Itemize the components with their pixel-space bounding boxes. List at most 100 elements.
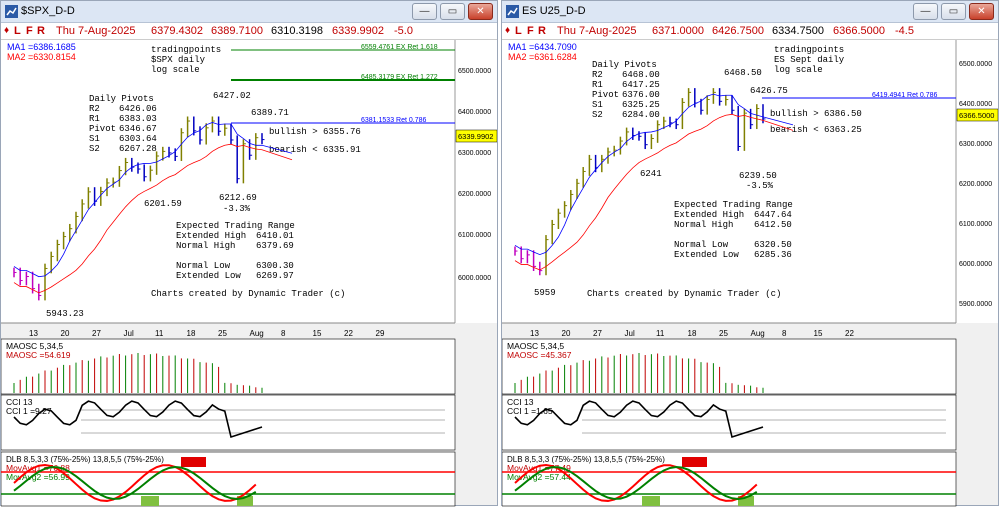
diamond-icon[interactable]: ♦ (505, 25, 510, 36)
infobar-mark-l[interactable]: L (14, 25, 21, 37)
infobar-mark-l[interactable]: L (515, 25, 522, 37)
info-bar: ♦ L F R Thu 7-Aug-2025 6371.0000 6426.75… (502, 23, 998, 40)
price-axis-label: 6100.0000 (959, 221, 992, 228)
price-axis-label: 6200.0000 (458, 191, 491, 198)
bar-low: 6334.7500 (772, 25, 824, 37)
price-annotation: 5959 (534, 288, 556, 298)
chart-window-spx[interactable]: $SPX_D-D — ▭ ✕ ♦ L F R Thu 7-Aug-2025 63… (0, 0, 498, 507)
price-axis-label: 6500.0000 (458, 68, 491, 75)
pivot-label: Pivot (592, 90, 619, 100)
date-axis-label: 25 (719, 329, 728, 338)
range-value: 6320.50 (754, 240, 792, 250)
date-axis-label: 20 (562, 329, 571, 338)
title-bar[interactable]: ES U25_D-D — ▭ ✕ (502, 1, 998, 23)
price-chart[interactable]: MA1 =6434.7090MA2 =6361.6284 tradingpoint… (502, 40, 998, 507)
minimize-icon: — (920, 6, 931, 17)
date-axis-label: 15 (814, 329, 823, 338)
maximize-button[interactable]: ▭ (941, 3, 966, 20)
range-title: Expected Trading Range (176, 221, 295, 231)
pivot-value: 6267.28 (119, 144, 157, 154)
pivot-value: 6383.03 (119, 114, 157, 124)
price-chart[interactable]: MA1 =6386.1685MA2 =6330.8154 tradingpoint… (1, 40, 497, 507)
price-axis-label: 6300.0000 (959, 141, 992, 148)
pivot-label: S2 (592, 110, 603, 120)
range-value: 6412.50 (754, 220, 792, 230)
date-axis-label: 11 (656, 329, 665, 338)
price-annotation: 6468.50 (724, 68, 762, 78)
maximize-button[interactable]: ▭ (440, 3, 465, 20)
range-label: Extended Low (674, 250, 739, 260)
ma-label: MA2 =6330.8154 (7, 52, 76, 62)
window-title: ES U25_D-D (522, 5, 586, 17)
pivot-value: 6284.00 (622, 110, 660, 120)
bullish-level: bullish > 6355.76 (269, 127, 361, 137)
price-annotation: 6389.71 (251, 108, 289, 118)
range-label: Extended High (176, 231, 246, 241)
diamond-icon[interactable]: ♦ (4, 25, 9, 36)
range-value: 6410.01 (256, 231, 294, 241)
range-value: 6269.97 (256, 271, 294, 281)
credit-text: Charts created by Dynamic Trader (c) (151, 289, 345, 299)
date-axis-label: 18 (187, 329, 196, 338)
date-axis-label: 27 (92, 329, 101, 338)
window-title: $SPX_D-D (21, 5, 75, 17)
pivots-title: Daily Pivots (592, 60, 657, 70)
price-pane (502, 40, 956, 323)
cci-value: CCI 1 =9.27 (6, 406, 52, 416)
retracement-label: 6381.1533 Ret 0.786 (361, 117, 426, 124)
pivot-value: 6426.06 (119, 104, 157, 114)
range-title: Expected Trading Range (674, 200, 793, 210)
bearish-level: bearish < 6335.91 (269, 145, 361, 155)
bar-close: 6366.5000 (833, 25, 885, 37)
date-axis-label: 18 (688, 329, 697, 338)
bar-change: -5.0 (394, 25, 413, 37)
date-axis-label: 8 (782, 329, 787, 338)
price-annotation: 6241 (640, 169, 662, 179)
bar-change: -4.5 (895, 25, 914, 37)
chart-header-line: tradingpoints (151, 45, 221, 55)
close-button[interactable]: ✕ (468, 3, 493, 20)
bearish-level: bearish < 6363.25 (770, 125, 862, 135)
pivot-value: 6325.25 (622, 100, 660, 110)
range-value: 6300.30 (256, 261, 294, 271)
price-axis-label: 6100.0000 (458, 232, 491, 239)
infobar-mark-f[interactable]: F (527, 25, 534, 37)
date-axis-label: Jul (625, 329, 635, 338)
range-label: Normal High (674, 220, 733, 230)
date-axis-label: 29 (376, 329, 385, 338)
price-annotation: 5943.23 (46, 309, 84, 319)
close-button[interactable]: ✕ (969, 3, 994, 20)
price-axis-label: 6000.0000 (458, 275, 491, 282)
minimize-button[interactable]: — (412, 3, 437, 20)
price-axis-label: 6200.0000 (959, 181, 992, 188)
maximize-icon: ▭ (948, 6, 959, 17)
infobar-mark-f[interactable]: F (26, 25, 33, 37)
price-axis-label: 6300.0000 (458, 150, 491, 157)
chart-header-line: log scale (774, 65, 823, 75)
maosc-value: MAOSC =54.619 (6, 350, 71, 360)
pivot-label: R1 (89, 114, 100, 124)
cci-value: CCI 1 =1.65 (507, 406, 553, 416)
title-bar[interactable]: $SPX_D-D — ▭ ✕ (1, 1, 497, 23)
info-bar: ♦ L F R Thu 7-Aug-2025 6379.4302 6389.71… (1, 23, 497, 40)
bullish-level: bullish > 6386.50 (770, 109, 862, 119)
date-axis-label: 11 (155, 329, 164, 338)
date-axis-label: 8 (281, 329, 286, 338)
chart-header-line: ES Sept daily (774, 55, 845, 65)
price-axis-label: 6000.0000 (959, 261, 992, 268)
chart-window-es[interactable]: ES U25_D-D — ▭ ✕ ♦ L F R Thu 7-Aug-2025 … (501, 0, 999, 507)
infobar-mark-r[interactable]: R (538, 25, 546, 37)
retracement-label: 6559.4761 EX Ret 1.618 (361, 44, 438, 51)
price-annotation: 6239.50 (739, 171, 777, 181)
date-axis-label: 15 (313, 329, 322, 338)
chart-header-line: $SPX daily (151, 55, 206, 65)
infobar-mark-r[interactable]: R (37, 25, 45, 37)
price-annotation: 6427.02 (213, 91, 251, 101)
range-label: Extended Low (176, 271, 241, 281)
credit-text: Charts created by Dynamic Trader (c) (587, 289, 781, 299)
maximize-icon: ▭ (447, 6, 458, 17)
minimize-button[interactable]: — (913, 3, 938, 20)
date-axis-label: 13 (29, 329, 38, 338)
date-axis-label: 22 (845, 329, 854, 338)
dlb-bottom-zone (141, 496, 159, 506)
